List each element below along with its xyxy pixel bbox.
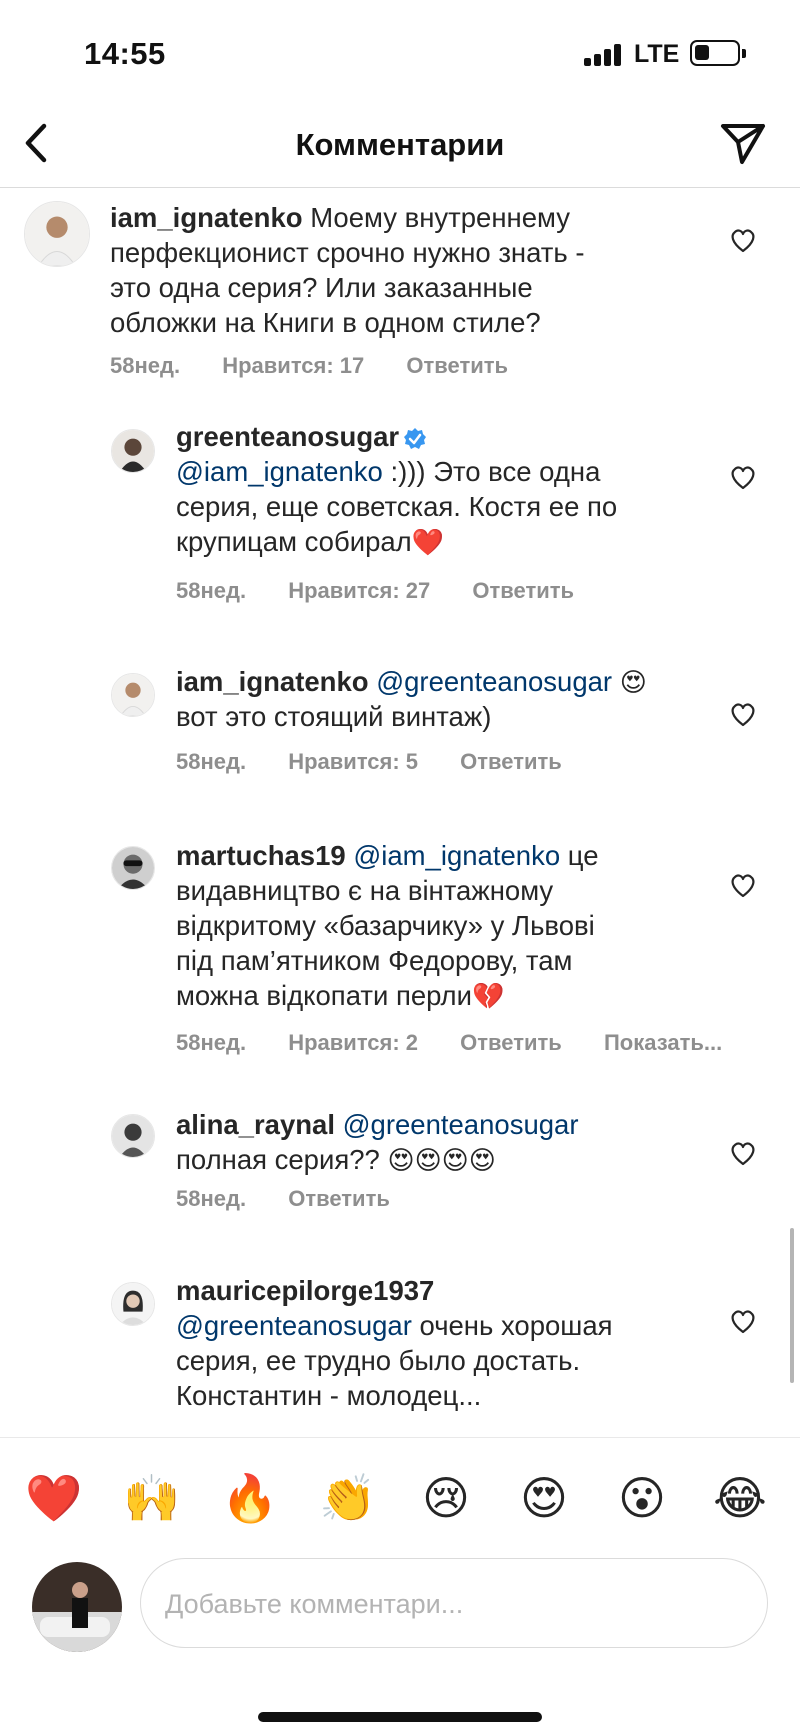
likes-count[interactable]: Нравится: 2 — [288, 1030, 418, 1055]
comment-input-box[interactable] — [140, 1558, 768, 1648]
current-user-avatar — [32, 1562, 122, 1652]
comment-body-line: відкритому «базарчику» у Львові — [176, 910, 595, 941]
reply-button[interactable]: Ответить — [406, 353, 508, 378]
comment-input[interactable] — [165, 1579, 745, 1629]
comment-meta: 58нед. Нравится: 2 Ответить Показать... — [176, 1030, 758, 1056]
avatar[interactable] — [111, 846, 155, 890]
like-heart-icon[interactable] — [729, 872, 757, 898]
network-label: LTE — [634, 40, 680, 68]
like-heart-icon[interactable] — [729, 464, 757, 490]
comment-body-line: під пам’ятником Федорову, там — [176, 945, 573, 976]
comment-body-line: серия, ее трудно было достать. — [176, 1345, 581, 1376]
scrollbar[interactable] — [790, 1228, 794, 1383]
comment-body-line: это одна серия? Или заказанные — [110, 272, 533, 303]
avatar[interactable] — [24, 201, 90, 267]
likes-count[interactable]: Нравится: 17 — [222, 353, 364, 378]
likes-count[interactable]: Нравится: 27 — [288, 578, 430, 603]
comment-text: mauricepilorge1937 @greenteanosugar очен… — [176, 1273, 716, 1413]
reaction-fire[interactable]: 🔥 — [220, 1468, 280, 1528]
heart-eyes-emoji: 😍 — [619, 667, 647, 697]
comment-text: alina_raynal @greenteanosugar полная сер… — [176, 1107, 716, 1177]
avatar[interactable] — [111, 1114, 155, 1158]
comments-list[interactable]: iam_ignatenko Моему внутреннему перфекци… — [0, 189, 800, 1437]
comment-composer: ❤️ 🙌 🔥 👏 😢 😍 😮 😂 — [0, 1437, 800, 1734]
comment-age: 58нед. — [176, 578, 247, 603]
comment-body-line: :))) Это все одна — [390, 456, 601, 487]
reaction-heart[interactable]: ❤️ — [24, 1468, 84, 1528]
heart-eyes-emoji: 😍😍😍😍 — [387, 1145, 496, 1175]
comment-username[interactable]: martuchas19 — [176, 840, 346, 871]
mention-link[interactable]: @iam_ignatenko — [176, 456, 383, 487]
show-more-button[interactable]: Показать... — [604, 1030, 722, 1055]
comment-username[interactable]: alina_raynal — [176, 1109, 335, 1140]
reaction-crying[interactable]: 😢 — [416, 1468, 476, 1528]
reaction-raised-hands[interactable]: 🙌 — [122, 1468, 182, 1528]
comment-body-line: очень хорошая — [419, 1310, 613, 1341]
reaction-clap[interactable]: 👏 — [318, 1468, 378, 1528]
comment-body-line: можна відкопати перли — [176, 980, 472, 1011]
comment-meta: 58нед. Нравится: 17 Ответить — [110, 353, 544, 379]
comment-text: martuchas19 @iam_ignatenko це видавництв… — [176, 838, 716, 1013]
comment-body-line: видавництво є на вінтажному — [176, 875, 554, 906]
comment-body-line: це — [567, 840, 599, 871]
reply-button[interactable]: Ответить — [288, 1186, 390, 1211]
comment-body-line: серия, еще советская. Костя ее по — [176, 491, 618, 522]
comment-text: greenteanosugar @iam_ignatenko :))) Это … — [176, 419, 696, 559]
share-button[interactable] — [718, 118, 768, 168]
avatar[interactable] — [111, 429, 155, 473]
like-heart-icon[interactable] — [729, 227, 757, 253]
home-indicator — [258, 1712, 542, 1722]
status-time: 14:55 — [84, 36, 166, 71]
comment-body-line: Моему внутреннему — [310, 202, 570, 233]
comment-age: 58нед. — [176, 1186, 247, 1211]
mention-link[interactable]: @greenteanosugar — [176, 1310, 412, 1341]
comment-username[interactable]: greenteanosugar — [176, 421, 399, 452]
verified-badge-icon — [404, 427, 427, 449]
emoji-reaction-bar: ❤️ 🙌 🔥 👏 😢 😍 😮 😂 — [0, 1468, 800, 1532]
reaction-laughing[interactable]: 😂 — [710, 1468, 770, 1528]
comment-meta: 58нед. Нравится: 27 Ответить — [176, 578, 610, 604]
comment-meta: 58нед. Нравится: 5 Ответить — [176, 749, 598, 775]
comment-body-line: вот это стоящий винтаж) — [176, 701, 492, 732]
comment-age: 58нед. — [176, 1030, 247, 1055]
avatar[interactable] — [111, 673, 155, 717]
like-heart-icon[interactable] — [729, 1140, 757, 1166]
likes-count[interactable]: Нравится: 5 — [288, 749, 418, 774]
header: Комментарии — [0, 100, 800, 188]
heart-emoji: ❤️ — [411, 527, 445, 557]
comment-body-line: крупицам собирал — [176, 526, 412, 557]
broken-heart-emoji: 💔 — [471, 981, 505, 1011]
comment-text: iam_ignatenko @greenteanosugar 😍 вот это… — [176, 664, 716, 734]
reaction-surprised[interactable]: 😮 — [612, 1468, 672, 1528]
avatar[interactable] — [111, 1282, 155, 1326]
comment-username[interactable]: iam_ignatenko — [176, 666, 369, 697]
mention-link[interactable]: @greenteanosugar — [343, 1109, 579, 1140]
comment-username[interactable]: mauricepilorge1937 — [176, 1275, 434, 1306]
comment-body-line: Константин - молодец... — [176, 1380, 482, 1411]
reaction-heart-eyes[interactable]: 😍 — [514, 1468, 574, 1528]
reply-button[interactable]: Ответить — [472, 578, 574, 603]
like-heart-icon[interactable] — [729, 701, 757, 727]
mention-link[interactable]: @greenteanosugar — [376, 666, 612, 697]
status-bar: 14:55 LTE — [0, 0, 800, 100]
battery-icon — [690, 40, 746, 66]
comment-body-line: обложки на Книги в одном стиле? — [110, 307, 541, 338]
comment-meta: 58нед. Ответить — [176, 1186, 426, 1212]
reply-button[interactable]: Ответить — [460, 1030, 562, 1055]
comment-username[interactable]: iam_ignatenko — [110, 202, 303, 233]
comment-text: iam_ignatenko Моему внутреннему перфекци… — [110, 200, 670, 340]
comment-age: 58нед. — [176, 749, 247, 774]
signal-icon — [584, 42, 628, 66]
comment-age: 58нед. — [110, 353, 181, 378]
reply-button[interactable]: Ответить — [460, 749, 562, 774]
comment-body-line: полная серия?? — [176, 1144, 380, 1175]
like-heart-icon[interactable] — [729, 1308, 757, 1334]
paper-plane-icon — [721, 124, 765, 164]
comment-body-line: перфекционист срочно нужно знать - — [110, 237, 585, 268]
mention-link[interactable]: @iam_ignatenko — [353, 840, 560, 871]
page-title: Комментарии — [295, 127, 505, 162]
